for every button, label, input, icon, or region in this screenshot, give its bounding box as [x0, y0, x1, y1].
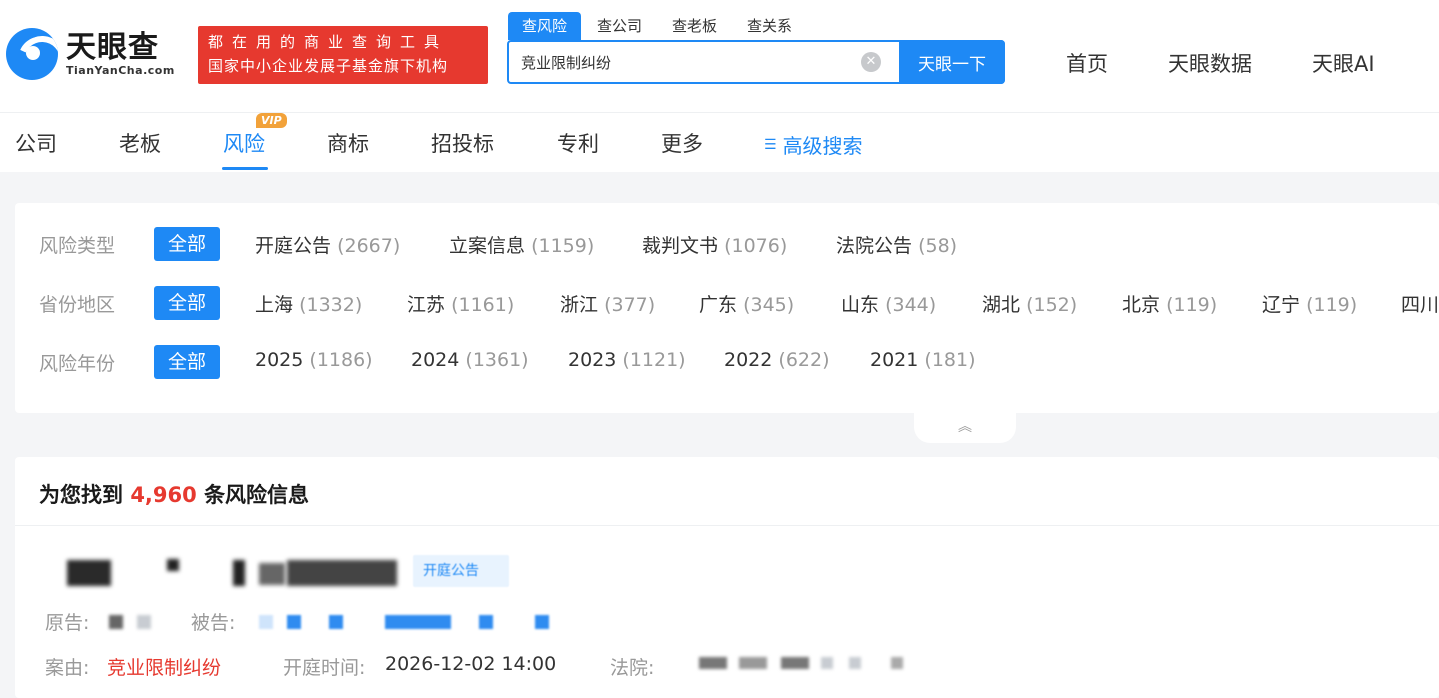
- eye-logo-icon: [6, 28, 58, 80]
- logo-name-cn: 天眼查: [66, 29, 159, 65]
- nav-home[interactable]: 首页: [1066, 48, 1108, 78]
- filter-option[interactable]: 法院公告 (58): [836, 231, 957, 258]
- filter-option[interactable]: 广东 (345): [699, 290, 794, 317]
- filter-option[interactable]: 湖北 (152): [982, 290, 1077, 317]
- filter-row-risk-type: 风险类型 全部 开庭公告 (2667) 立案信息 (1159) 裁判文书 (10…: [15, 225, 1439, 261]
- filter-row-province: 省份地区 全部 上海 (1332) 江苏 (1161) 浙江 (377) 广东 …: [15, 284, 1439, 320]
- vip-badge: VIP: [256, 113, 287, 128]
- tab-boss[interactable]: 老板: [119, 128, 161, 158]
- filter-search-icon: ☰: [764, 136, 777, 153]
- category-bar: 公司 老板 风险 VIP 商标 招投标 专利 更多 ☰ 高级搜索: [0, 112, 1439, 172]
- filter-panel: 风险类型 全部 开庭公告 (2667) 立案信息 (1159) 裁判文书 (10…: [15, 203, 1439, 413]
- filter-all-button[interactable]: 全部: [154, 286, 220, 320]
- filter-option[interactable]: 北京 (119): [1122, 290, 1217, 317]
- collapse-filters-button[interactable]: ︽: [914, 413, 1016, 443]
- search-box: ✕ 天眼一下: [507, 40, 1005, 84]
- plaintiff-label: 原告:: [45, 612, 90, 634]
- filter-option[interactable]: 四川: [1401, 290, 1439, 317]
- filter-option[interactable]: 2023 (1121): [568, 349, 686, 371]
- hearing-time-label: 开庭时间:: [283, 657, 366, 679]
- filter-option[interactable]: 2022 (622): [724, 349, 830, 371]
- case-value[interactable]: 竞业限制纠纷: [107, 653, 221, 680]
- filter-all-button[interactable]: 全部: [154, 345, 220, 379]
- filter-option[interactable]: 上海 (1332): [255, 290, 362, 317]
- filter-label: 省份地区: [39, 294, 116, 316]
- active-tab-underline: [222, 167, 268, 170]
- filter-all-button[interactable]: 全部: [154, 227, 220, 261]
- top-nav: 首页 天眼数据 天眼AI: [1066, 48, 1435, 78]
- slogan-banner: 都在用的商业查询工具 国家中小企业发展子基金旗下机构: [198, 26, 488, 84]
- filter-option[interactable]: 2024 (1361): [411, 349, 529, 371]
- results-panel: 为您找到 4,960 条风险信息 开庭公告 原告: 被告: 案由: 竞业限制纠纷…: [15, 457, 1439, 698]
- result-tag: 开庭公告: [413, 555, 509, 587]
- filter-option[interactable]: 2025 (1186): [255, 349, 373, 371]
- nav-data[interactable]: 天眼数据: [1168, 48, 1252, 78]
- court-label: 法院:: [610, 657, 655, 679]
- tab-company[interactable]: 公司: [15, 128, 57, 158]
- tab-more[interactable]: 更多: [661, 128, 703, 158]
- advanced-search-label: 高级搜索: [782, 134, 863, 158]
- search-tab-relation[interactable]: 查关系: [733, 12, 806, 40]
- logo-name-en: TianYanCha.com: [66, 63, 175, 77]
- clear-circle-icon[interactable]: ✕: [861, 52, 881, 72]
- search-input[interactable]: [509, 42, 861, 82]
- filter-option[interactable]: 山东 (344): [841, 290, 936, 317]
- filter-option[interactable]: 江苏 (1161): [407, 290, 514, 317]
- tab-bidding[interactable]: 招投标: [431, 128, 494, 158]
- filter-option[interactable]: 浙江 (377): [560, 290, 655, 317]
- search-tabs: 查风险 查公司 查老板 查关系: [508, 12, 808, 40]
- logo[interactable]: 天眼查 TianYanCha.com: [6, 28, 175, 80]
- divider: [15, 525, 1439, 526]
- advanced-search-link[interactable]: ☰ 高级搜索: [764, 130, 863, 159]
- slogan-line1: 都在用的商业查询工具: [208, 33, 449, 51]
- chevron-double-up-icon: ︽: [958, 419, 972, 435]
- filter-option[interactable]: 立案信息 (1159): [449, 231, 594, 258]
- search-tab-company[interactable]: 查公司: [583, 12, 656, 40]
- search-tab-risk[interactable]: 查风险: [508, 12, 582, 40]
- results-summary: 为您找到 4,960 条风险信息: [39, 483, 310, 507]
- search-button[interactable]: 天眼一下: [899, 40, 1005, 84]
- filter-option[interactable]: 2021 (181): [870, 349, 976, 371]
- filter-option[interactable]: 辽宁 (119): [1262, 290, 1357, 317]
- case-label: 案由:: [45, 657, 90, 679]
- header: 天眼查 TianYanCha.com 都在用的商业查询工具 国家中小企业发展子基…: [0, 0, 1439, 112]
- slogan-line2: 国家中小企业发展子基金旗下机构: [208, 57, 449, 75]
- tab-patent[interactable]: 专利: [557, 128, 599, 158]
- results-count: 4,960: [130, 483, 197, 507]
- search-tab-boss[interactable]: 查老板: [658, 12, 731, 40]
- tab-risk[interactable]: 风险: [223, 128, 265, 158]
- nav-ai[interactable]: 天眼AI: [1312, 48, 1375, 78]
- hearing-time-value: 2026-12-02 14:00: [385, 653, 557, 675]
- filter-option[interactable]: 裁判文书 (1076): [642, 231, 787, 258]
- filter-option[interactable]: 开庭公告 (2667): [255, 231, 400, 258]
- tab-trademark[interactable]: 商标: [327, 128, 369, 158]
- defendant-label: 被告:: [191, 612, 236, 634]
- filter-label: 风险年份: [39, 353, 116, 375]
- filter-row-year: 风险年份 全部 2025 (1186) 2024 (1361) 2023 (11…: [15, 343, 1439, 379]
- filter-label: 风险类型: [39, 235, 116, 257]
